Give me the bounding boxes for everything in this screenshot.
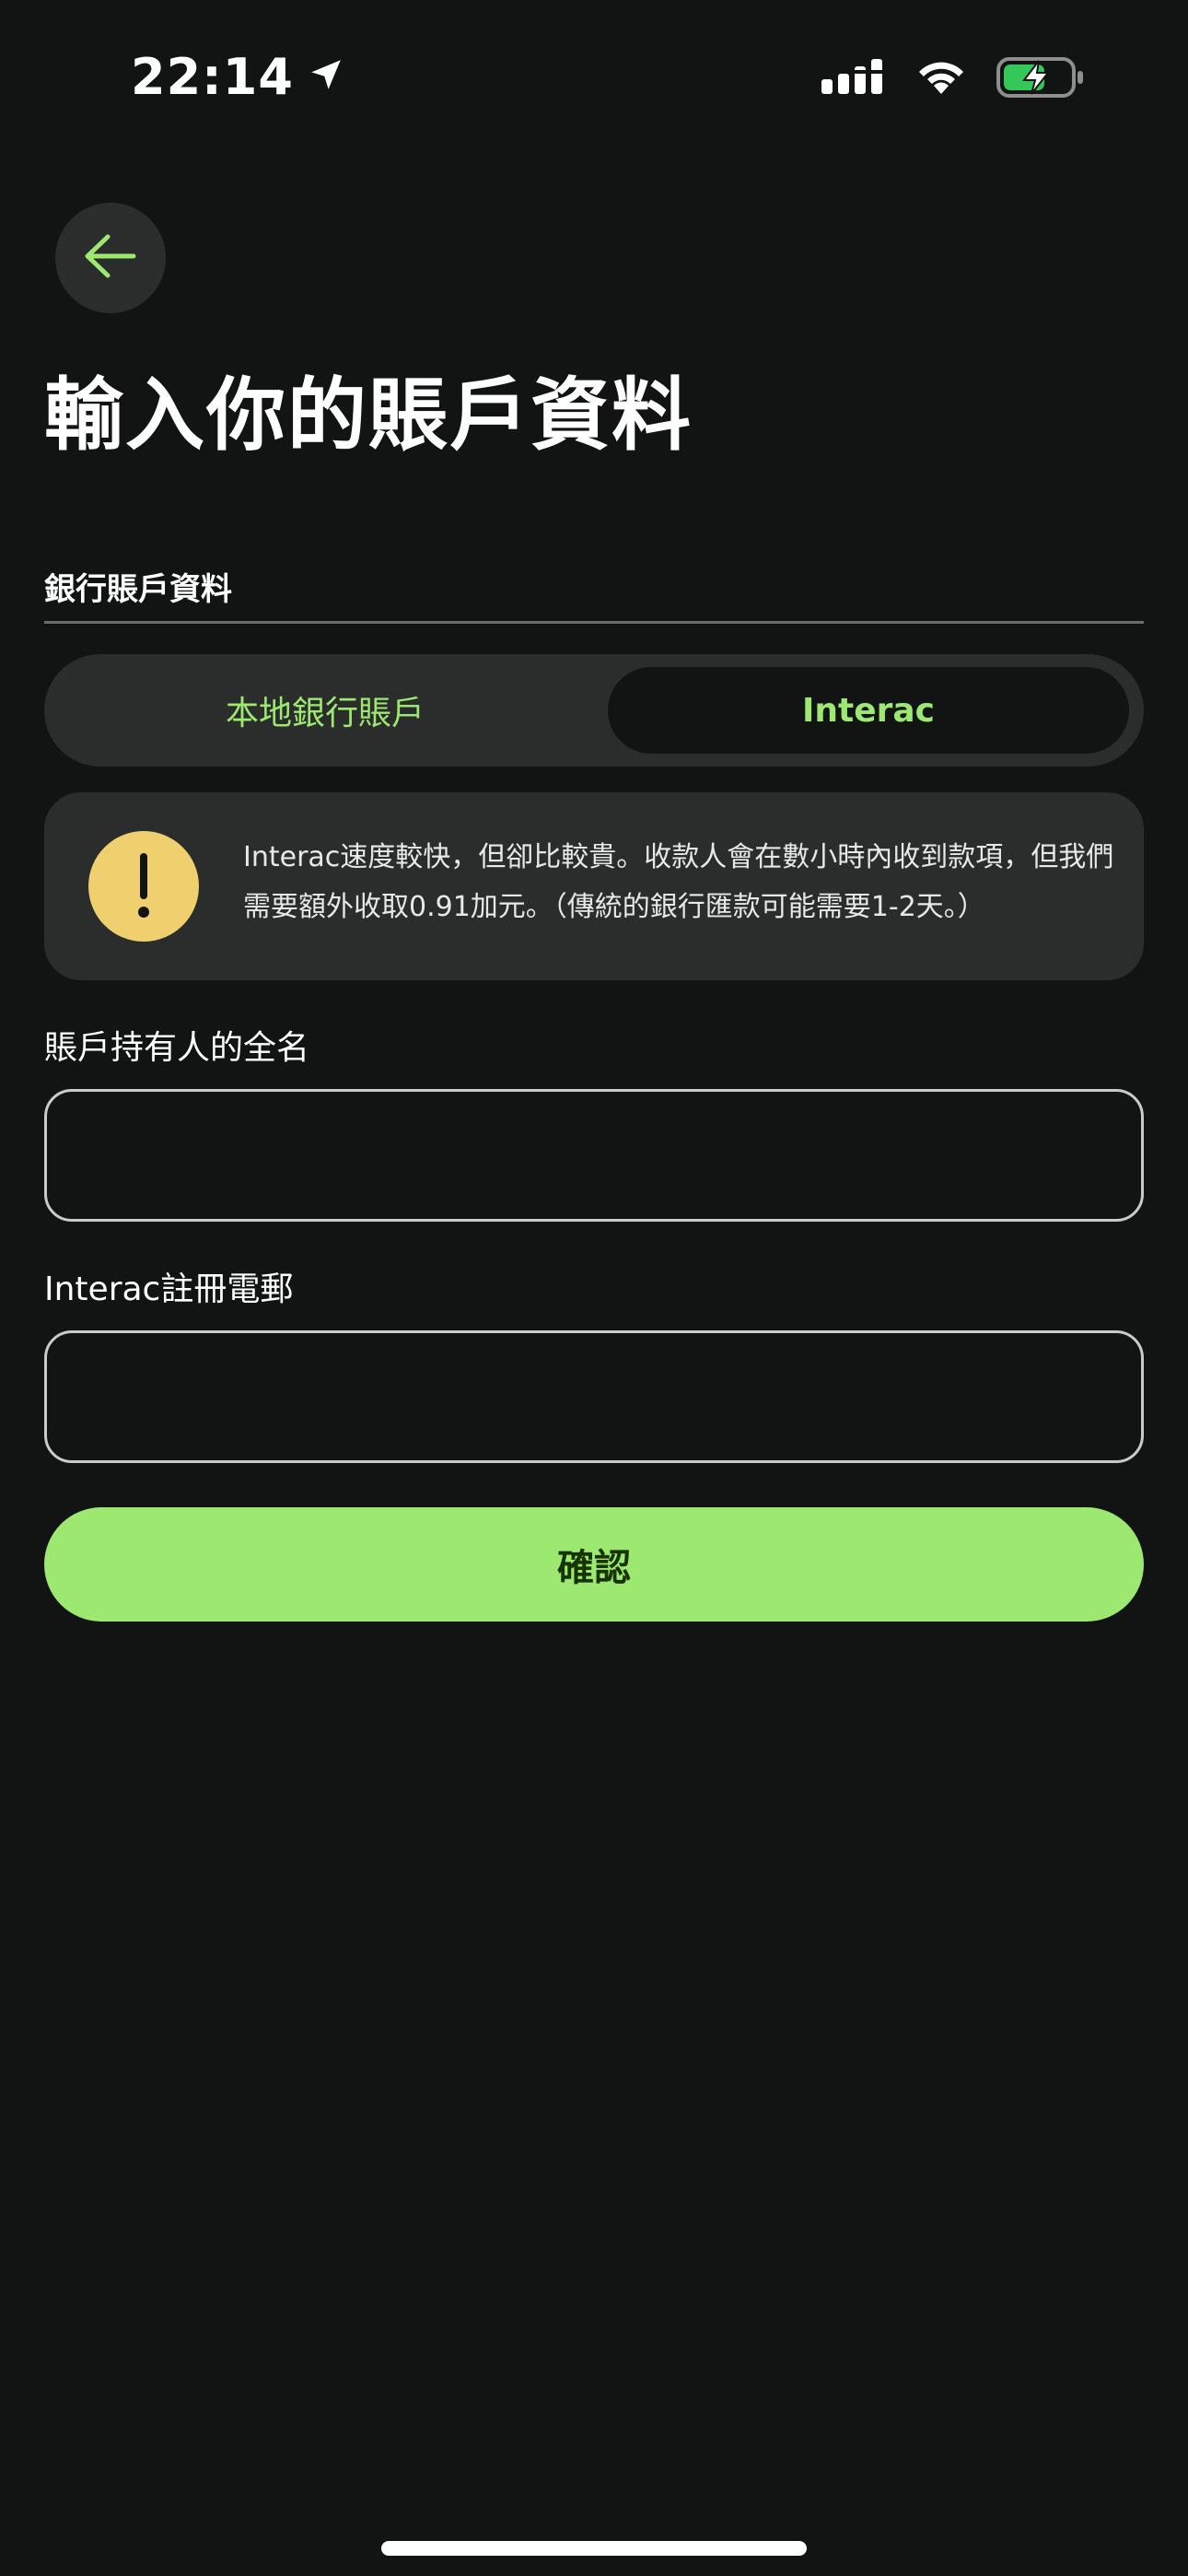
status-bar-icons [821, 55, 1085, 103]
notice-text: Interac速度較快，但卻比較貴。收款人會在數小時內收到款項，但我們需要額外收… [243, 841, 1114, 923]
full-name-label: 賬戶持有人的全名 [44, 1029, 310, 1067]
tab-local-bank-account[interactable]: 本地銀行賬戶 [64, 667, 586, 754]
full-name-input[interactable] [44, 1089, 1144, 1222]
cellular-signal-icon [821, 57, 886, 101]
arrow-left-icon [80, 226, 141, 290]
page-title: 輸入你的賬戶資料 [44, 369, 693, 462]
tab-interac[interactable]: Interac [608, 667, 1129, 754]
account-type-toggle: 本地銀行賬戶 Interac [44, 654, 1144, 767]
interac-email-label: Interac註冊電郵 [44, 1270, 294, 1308]
interac-email-input[interactable] [44, 1330, 1144, 1463]
confirm-button[interactable]: 確認 [44, 1507, 1144, 1622]
wifi-icon [914, 57, 969, 101]
home-indicator[interactable] [381, 2541, 807, 2556]
back-button[interactable] [55, 203, 166, 313]
interac-notice-card: Interac速度較快，但卻比較貴。收款人會在數小時內收到款項，但我們需要額外收… [44, 792, 1144, 980]
time-text: 22:14 [131, 48, 294, 106]
battery-charging-icon [996, 55, 1085, 103]
location-arrow-icon [307, 48, 345, 106]
status-bar-time: 22:14 [131, 48, 345, 106]
section-divider [44, 621, 1144, 624]
section-label: 銀行賬戶資料 [44, 571, 232, 608]
exclamation-icon [88, 831, 199, 942]
page: 22:14 輸入你的賬戶資料 銀行賬戶資料 本地銀行賬戶 Interac Int… [0, 0, 1188, 2576]
